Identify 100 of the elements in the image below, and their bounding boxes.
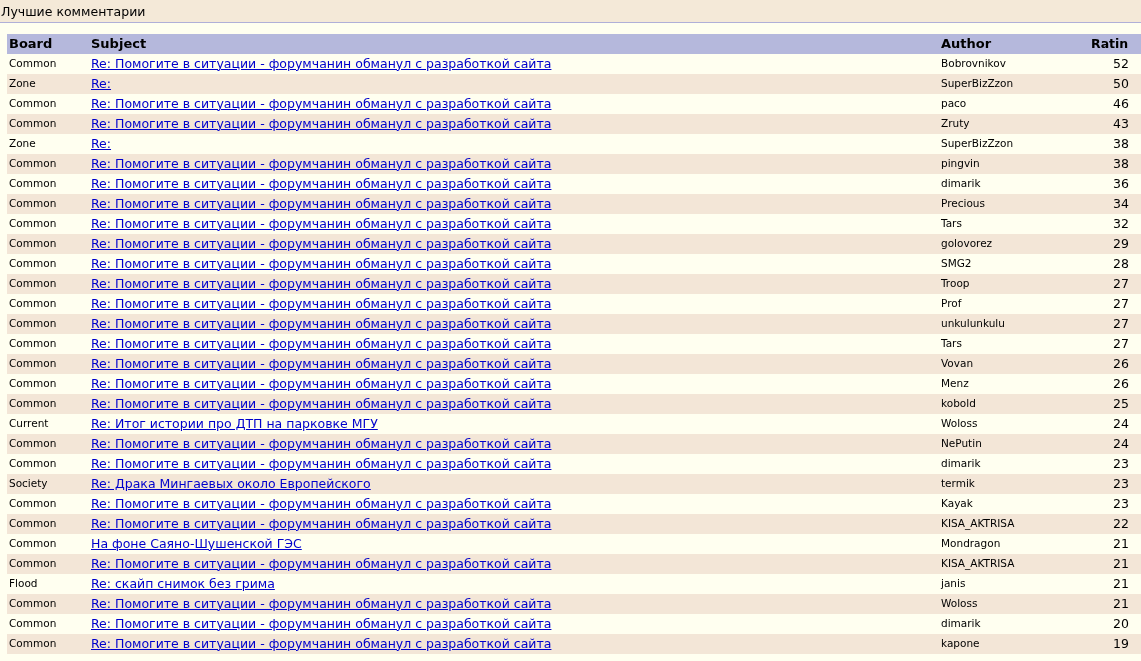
board-cell: Common bbox=[7, 354, 89, 374]
author-cell: Troop bbox=[939, 274, 1089, 294]
board-cell: Common bbox=[7, 154, 89, 174]
author-cell: SuperBizZzon bbox=[939, 74, 1089, 94]
rating-cell: 52 bbox=[1089, 54, 1141, 74]
subject-link[interactable]: Re: Итог истории про ДТП на парковке МГУ bbox=[91, 415, 378, 431]
subject-link[interactable]: Re: Помогите в ситуации - форумчанин обманул с разработкой сайта bbox=[91, 375, 552, 391]
rating-cell: 46 bbox=[1089, 94, 1141, 114]
subject-link[interactable]: Re: Помогите в ситуации - форумчанин обманул с разработкой сайта bbox=[91, 335, 552, 351]
rating-cell: 27 bbox=[1089, 274, 1141, 294]
board-cell: Common bbox=[7, 634, 89, 654]
subject-link[interactable]: Re: Помогите в ситуации - форумчанин обманул с разработкой сайта bbox=[91, 255, 552, 271]
rating-cell: 20 bbox=[1089, 614, 1141, 634]
board-cell: Common bbox=[7, 334, 89, 354]
board-cell: Common bbox=[7, 254, 89, 274]
board-cell: Society bbox=[7, 474, 89, 494]
author-cell: SuperBizZzon bbox=[939, 134, 1089, 154]
board-cell: Common bbox=[7, 534, 89, 554]
board-cell: Common bbox=[7, 454, 89, 474]
rating-cell: 27 bbox=[1089, 314, 1141, 334]
subject-link[interactable]: Re: Помогите в ситуации - форумчанин обманул с разработкой сайта bbox=[91, 295, 552, 311]
rating-cell: 27 bbox=[1089, 334, 1141, 354]
subject-link[interactable]: Re: bbox=[91, 135, 112, 151]
rating-cell: 27 bbox=[1089, 294, 1141, 314]
board-cell: Common bbox=[7, 394, 89, 414]
rating-cell: 24 bbox=[1089, 434, 1141, 454]
subject-link[interactable]: Re: bbox=[91, 75, 112, 91]
author-cell: termik bbox=[939, 474, 1089, 494]
author-cell: KISA_AKTRISA bbox=[939, 514, 1089, 534]
author-cell: NePutin bbox=[939, 434, 1089, 454]
board-cell: Common bbox=[7, 234, 89, 254]
author-cell: janis bbox=[939, 574, 1089, 594]
author-cell: dimarik bbox=[939, 174, 1089, 194]
author-cell: pingvin bbox=[939, 154, 1089, 174]
rating-cell: 43 bbox=[1089, 114, 1141, 134]
rating-cell: 34 bbox=[1089, 194, 1141, 214]
rating-cell: 38 bbox=[1089, 154, 1141, 174]
subject-link[interactable]: Re: Помогите в ситуации - форумчанин обманул с разработкой сайта bbox=[91, 95, 552, 111]
subject-link[interactable]: Re: Помогите в ситуации - форумчанин обманул с разработкой сайта bbox=[91, 215, 552, 231]
rating-cell: 26 bbox=[1089, 354, 1141, 374]
subject-link[interactable]: Re: Помогите в ситуации - форумчанин обманул с разработкой сайта bbox=[91, 455, 552, 471]
board-cell: Common bbox=[7, 174, 89, 194]
board-cell: Common bbox=[7, 294, 89, 314]
board-cell: Common bbox=[7, 554, 89, 574]
author-cell: kobold bbox=[939, 394, 1089, 414]
author-cell: dimarik bbox=[939, 454, 1089, 474]
author-cell: Woloss bbox=[939, 594, 1089, 614]
column-header: Board bbox=[7, 34, 89, 54]
rating-cell: 28 bbox=[1089, 254, 1141, 274]
author-cell: Precious bbox=[939, 194, 1089, 214]
author-cell: Kayak bbox=[939, 494, 1089, 514]
board-cell: Common bbox=[7, 94, 89, 114]
rating-cell: 25 bbox=[1089, 394, 1141, 414]
subject-link[interactable]: Re: Помогите в ситуации - форумчанин обманул с разработкой сайта bbox=[91, 615, 552, 631]
rating-cell: 23 bbox=[1089, 454, 1141, 474]
author-cell: KISA_AKTRISA bbox=[939, 554, 1089, 574]
column-header: Ratin bbox=[1089, 34, 1141, 54]
author-cell: Tars bbox=[939, 334, 1089, 354]
board-cell: Flood bbox=[7, 574, 89, 594]
author-cell: Zruty bbox=[939, 114, 1089, 134]
rating-cell: 21 bbox=[1089, 574, 1141, 594]
rating-cell: 32 bbox=[1089, 214, 1141, 234]
rating-cell: 21 bbox=[1089, 554, 1141, 574]
rating-cell: 38 bbox=[1089, 134, 1141, 154]
board-cell: Common bbox=[7, 494, 89, 514]
board-cell: Common bbox=[7, 274, 89, 294]
board-cell: Common bbox=[7, 594, 89, 614]
board-cell: Common bbox=[7, 374, 89, 394]
board-cell: Zone bbox=[7, 134, 89, 154]
board-cell: Common bbox=[7, 214, 89, 234]
rating-cell: 26 bbox=[1089, 374, 1141, 394]
board-cell: Current bbox=[7, 414, 89, 434]
subject-link[interactable]: На фоне Саяно-Шушенской ГЭС bbox=[91, 535, 302, 551]
subject-link[interactable]: Re: скайп снимок без грима bbox=[91, 575, 275, 591]
author-cell: SMG2 bbox=[939, 254, 1089, 274]
rating-cell: 36 bbox=[1089, 174, 1141, 194]
rating-cell: 23 bbox=[1089, 494, 1141, 514]
author-cell: kapone bbox=[939, 634, 1089, 654]
author-cell: Bobrovnikov bbox=[939, 54, 1089, 74]
board-cell: Common bbox=[7, 314, 89, 334]
author-cell: Mondragon bbox=[939, 534, 1089, 554]
author-cell: golovorez bbox=[939, 234, 1089, 254]
rating-cell: 21 bbox=[1089, 534, 1141, 554]
board-cell: Common bbox=[7, 114, 89, 134]
rating-cell: 23 bbox=[1089, 474, 1141, 494]
column-header: Author bbox=[939, 34, 1089, 54]
board-cell: Common bbox=[7, 434, 89, 454]
rating-cell: 50 bbox=[1089, 74, 1141, 94]
board-cell: Common bbox=[7, 194, 89, 214]
rating-cell: 29 bbox=[1089, 234, 1141, 254]
author-cell: paco bbox=[939, 94, 1089, 114]
subject-link[interactable]: Re: Помогите в ситуации - форумчанин обманул с разработкой сайта bbox=[91, 55, 552, 71]
rating-cell: 24 bbox=[1089, 414, 1141, 434]
author-cell: Tars bbox=[939, 214, 1089, 234]
subject-link[interactable]: Re: Помогите в ситуации - форумчанин обманул с разработкой сайта bbox=[91, 495, 552, 511]
rating-cell: 21 bbox=[1089, 594, 1141, 614]
author-cell: Vovan bbox=[939, 354, 1089, 374]
rating-cell: 19 bbox=[1089, 634, 1141, 654]
subject-link[interactable]: Re: Помогите в ситуации - форумчанин обманул с разработкой сайта bbox=[91, 175, 552, 191]
author-cell: unkulunkulu bbox=[939, 314, 1089, 334]
